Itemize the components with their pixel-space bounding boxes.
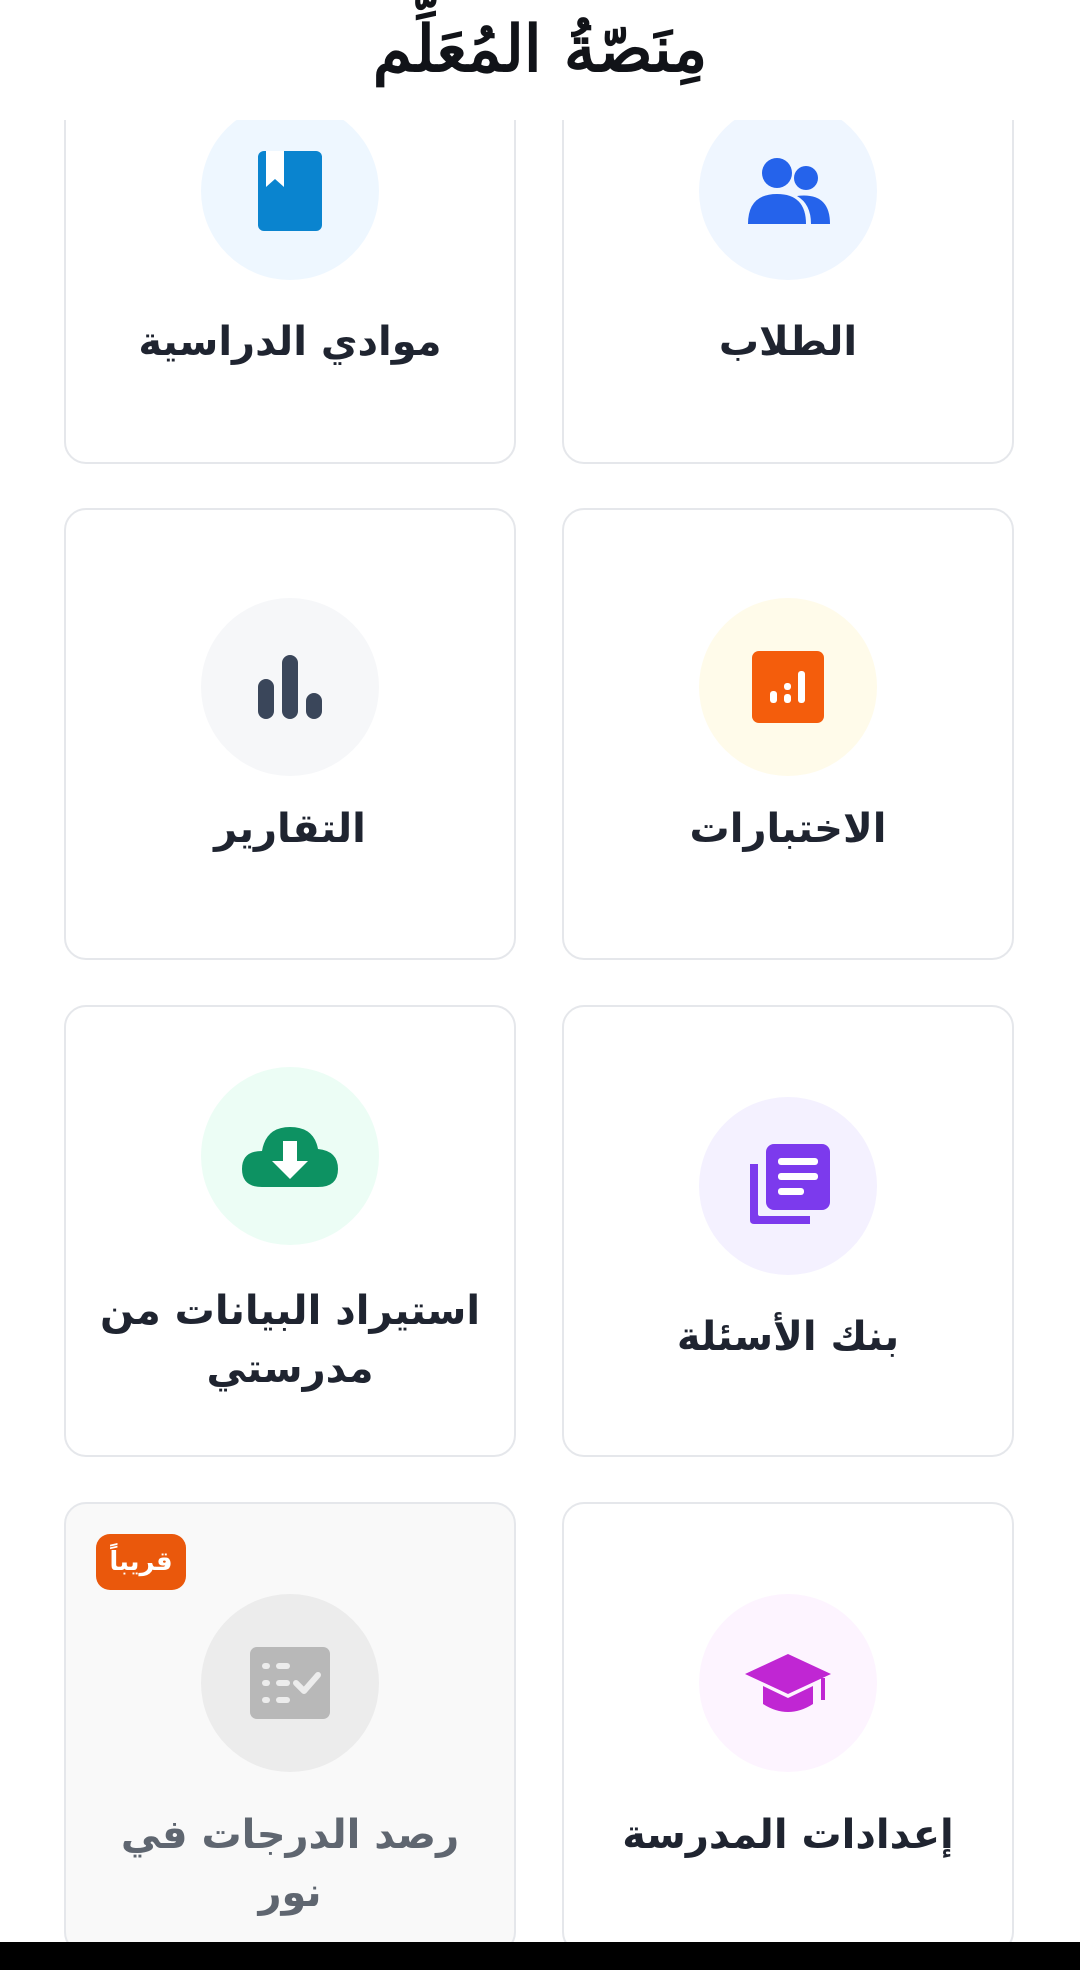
question-bank-card-label: بنك الأسئلة	[676, 1314, 900, 1360]
app-logo: مِنَصّةُ المُعَلِّم	[372, 12, 708, 87]
users-icon-circle	[699, 102, 877, 280]
noor-grades-card-label: رصد الدرجات في نور	[120, 1812, 460, 1916]
app-header: مِنَصّةُ المُعَلِّم	[0, 0, 1080, 120]
bar-chart-icon-circle	[201, 598, 379, 776]
coming-soon-badge: قريباً	[96, 1534, 186, 1590]
my-subjects-card-label: موادي الدراسية	[138, 319, 442, 365]
grades-check-icon-circle	[201, 1594, 379, 1772]
bar-chart-icon	[258, 655, 322, 719]
noor-grades-card: قريباً رصد الدرجات في نور	[64, 1502, 516, 1954]
book-icon	[258, 151, 322, 231]
students-card-label: الطلاب	[718, 319, 858, 365]
cloud-download-icon-circle	[201, 1067, 379, 1245]
book-icon-circle	[201, 102, 379, 280]
reports-card[interactable]: التقارير	[64, 508, 516, 960]
exams-card-label: الاختبارات	[689, 806, 887, 852]
question-bank-icon-circle	[699, 1097, 877, 1275]
users-icon	[748, 158, 830, 224]
system-navigation-bar	[0, 1942, 1080, 1970]
exam-chart-icon-circle	[699, 598, 877, 776]
grades-check-icon	[250, 1647, 330, 1719]
import-data-card[interactable]: استيراد البيانات من مدرستي	[64, 1005, 516, 1457]
question-bank-card[interactable]: بنك الأسئلة	[562, 1005, 1014, 1457]
import-data-card-label: استيراد البيانات من مدرستي	[99, 1288, 481, 1392]
question-bank-icon	[750, 1144, 830, 1224]
school-settings-card-label: إعدادات المدرسة	[622, 1812, 954, 1858]
graduation-cap-icon	[745, 1654, 831, 1712]
school-settings-card[interactable]: إعدادات المدرسة	[562, 1502, 1014, 1954]
graduation-cap-icon-circle	[699, 1594, 877, 1772]
exam-chart-icon	[752, 651, 824, 723]
exams-card[interactable]: الاختبارات	[562, 508, 1014, 960]
reports-card-label: التقارير	[214, 806, 366, 852]
cloud-download-icon	[242, 1127, 338, 1187]
